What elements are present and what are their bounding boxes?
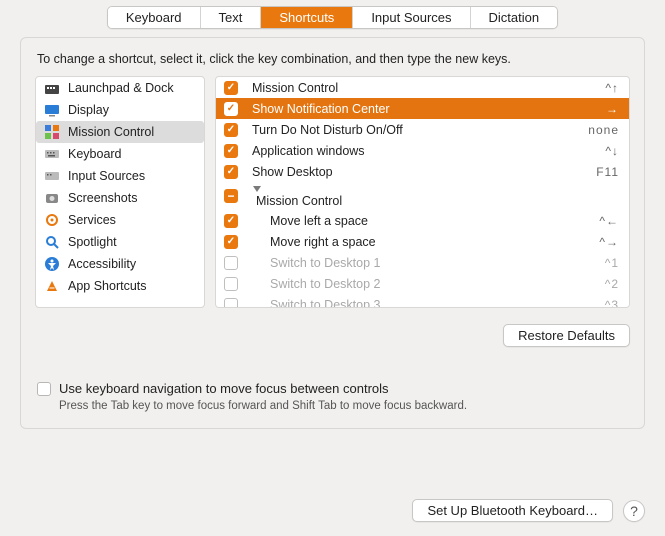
input-icon (44, 168, 60, 184)
shortcut-key: ^↓ (605, 144, 619, 158)
shortcut-checkbox[interactable] (224, 102, 238, 116)
tab-bar: KeyboardTextShortcutsInput SourcesDictat… (0, 0, 665, 37)
sidebar-item-keyboard[interactable]: Keyboard (36, 143, 204, 165)
display-icon (44, 102, 60, 118)
restore-defaults-button[interactable]: Restore Defaults (503, 324, 630, 347)
keyboard-nav-section: Use keyboard navigation to move focus be… (35, 381, 630, 412)
screenshot-icon (44, 190, 60, 206)
disclosure-triangle-icon[interactable] (252, 184, 619, 194)
shortcut-label: Turn Do Not Disturb On/Off (248, 123, 588, 137)
shortcut-row[interactable]: Switch to Desktop 3^3 (216, 294, 629, 308)
shortcut-label: Switch to Desktop 3 (248, 298, 605, 309)
shortcut-row[interactable]: Mission Control (216, 182, 629, 210)
sidebar-item-spotlight[interactable]: Spotlight (36, 231, 204, 253)
shortcut-checkbox[interactable] (224, 123, 238, 137)
shortcut-label: Application windows (248, 144, 605, 158)
shortcut-checkbox[interactable] (224, 165, 238, 179)
shortcut-row[interactable]: Show Notification Center→ (216, 98, 629, 119)
bluetooth-keyboard-button[interactable]: Set Up Bluetooth Keyboard… (412, 499, 613, 522)
shortcut-key: ^3 (605, 298, 619, 309)
keyboard-icon (44, 146, 60, 162)
sidebar-item-input-sources[interactable]: Input Sources (36, 165, 204, 187)
shortcut-key: ^← (599, 214, 619, 228)
shortcut-key: none (588, 123, 619, 137)
shortcut-row[interactable]: Show DesktopF11 (216, 161, 629, 182)
shortcut-checkbox[interactable] (224, 81, 238, 95)
shortcut-key: F11 (596, 165, 619, 179)
sidebar-item-services[interactable]: Services (36, 209, 204, 231)
shortcut-label: Move right a space (248, 235, 599, 249)
sidebar-item-label: Display (68, 103, 109, 117)
shortcut-row[interactable]: Turn Do Not Disturb On/Offnone (216, 119, 629, 140)
services-icon (44, 212, 60, 228)
sidebar-item-label: Screenshots (68, 191, 137, 205)
mission-icon (44, 124, 60, 140)
shortcut-key: ^2 (605, 277, 619, 291)
instruction-text: To change a shortcut, select it, click t… (37, 52, 630, 66)
shortcut-label: Show Notification Center (248, 102, 606, 116)
shortcuts-pane: To change a shortcut, select it, click t… (20, 37, 645, 429)
shortcut-row[interactable]: Move right a space^→ (216, 231, 629, 252)
tab-keyboard[interactable]: Keyboard (108, 7, 201, 28)
sidebar-item-label: Launchpad & Dock (68, 81, 174, 95)
shortcut-row[interactable]: Move left a space^← (216, 210, 629, 231)
kb-nav-checkbox[interactable] (37, 382, 51, 396)
tab-shortcuts[interactable]: Shortcuts (261, 7, 353, 28)
shortcut-checkbox[interactable] (224, 256, 238, 270)
sidebar-item-label: App Shortcuts (68, 279, 147, 293)
sidebar-item-label: Services (68, 213, 116, 227)
shortcut-checkbox[interactable] (224, 189, 238, 203)
shortcut-key: ^→ (599, 235, 619, 249)
shortcut-list[interactable]: Mission Control^↑Show Notification Cente… (215, 76, 630, 308)
sidebar-item-accessibility[interactable]: Accessibility (36, 253, 204, 275)
launchpad-icon (44, 80, 60, 96)
tab-text[interactable]: Text (201, 7, 262, 28)
shortcut-checkbox[interactable] (224, 144, 238, 158)
shortcut-key: ^1 (605, 256, 619, 270)
sidebar-item-label: Input Sources (68, 169, 145, 183)
accessibility-icon (44, 256, 60, 272)
shortcut-checkbox[interactable] (224, 235, 238, 249)
spotlight-icon (44, 234, 60, 250)
shortcut-checkbox[interactable] (224, 298, 238, 309)
shortcut-checkbox[interactable] (224, 277, 238, 291)
kb-nav-hint: Press the Tab key to move focus forward … (59, 400, 628, 412)
shortcut-checkbox[interactable] (224, 214, 238, 228)
keyboard-preferences-window: KeyboardTextShortcutsInput SourcesDictat… (0, 0, 665, 536)
shortcut-key: ^↑ (605, 81, 619, 95)
shortcut-row[interactable]: Mission Control^↑ (216, 77, 629, 98)
lists-container: Launchpad & Dock Display Mission Control Ke… (35, 76, 630, 308)
shortcut-label: Show Desktop (248, 165, 596, 179)
restore-row: Restore Defaults (35, 324, 630, 347)
shortcut-label: Switch to Desktop 2 (248, 277, 605, 291)
sidebar-item-launchpad-dock[interactable]: Launchpad & Dock (36, 77, 204, 99)
sidebar-item-mission-control[interactable]: Mission Control (36, 121, 204, 143)
footer: Set Up Bluetooth Keyboard… ? (0, 487, 665, 536)
shortcut-key: → (606, 102, 619, 116)
shortcut-row[interactable]: Application windows^↓ (216, 140, 629, 161)
sidebar-item-label: Mission Control (68, 125, 154, 139)
category-sidebar[interactable]: Launchpad & Dock Display Mission Control Ke… (35, 76, 205, 308)
shortcut-row[interactable]: Switch to Desktop 2^2 (216, 273, 629, 294)
sidebar-item-screenshots[interactable]: Screenshots (36, 187, 204, 209)
appshortcuts-icon (44, 278, 60, 294)
sidebar-item-label: Accessibility (68, 257, 136, 271)
help-button[interactable]: ? (623, 500, 645, 522)
kb-nav-label: Use keyboard navigation to move focus be… (59, 381, 389, 396)
tab-input-sources[interactable]: Input Sources (353, 7, 470, 28)
shortcut-label: Switch to Desktop 1 (248, 256, 605, 270)
shortcut-row[interactable]: Switch to Desktop 1^1 (216, 252, 629, 273)
shortcut-label: Mission Control (248, 81, 605, 95)
sidebar-item-label: Spotlight (68, 235, 117, 249)
segmented-tabs: KeyboardTextShortcutsInput SourcesDictat… (107, 6, 558, 29)
shortcut-label: Mission Control (248, 184, 619, 208)
sidebar-item-display[interactable]: Display (36, 99, 204, 121)
shortcut-label: Move left a space (248, 214, 599, 228)
tab-dictation[interactable]: Dictation (471, 7, 558, 28)
sidebar-item-app-shortcuts[interactable]: App Shortcuts (36, 275, 204, 297)
sidebar-item-label: Keyboard (68, 147, 122, 161)
